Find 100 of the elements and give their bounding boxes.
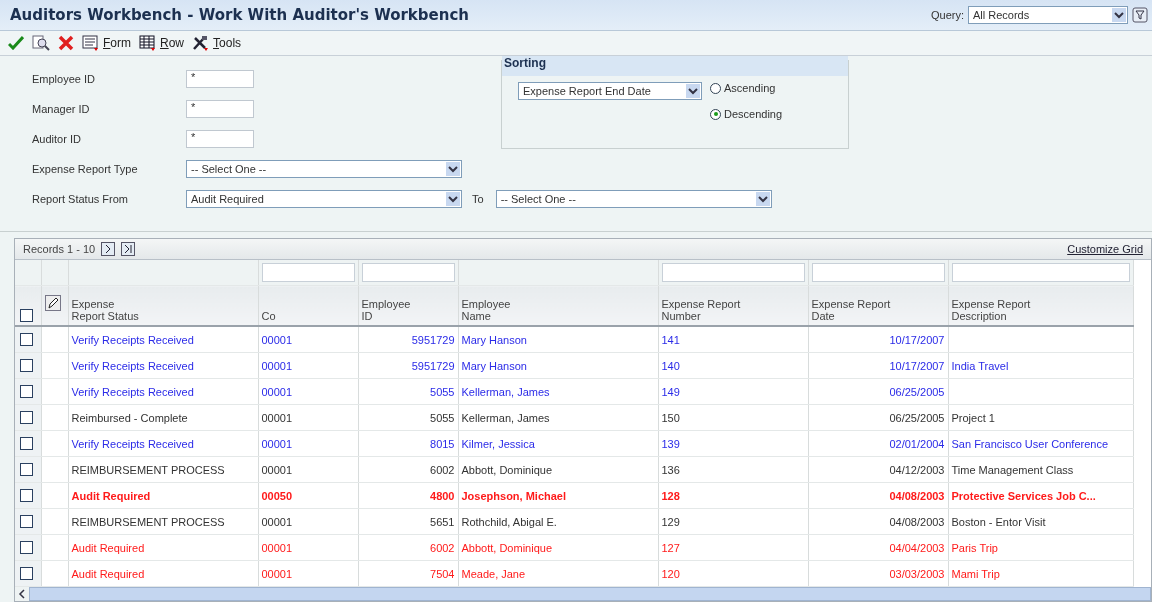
table-cell: 03/03/2003 xyxy=(889,567,945,580)
row-checkbox[interactable] xyxy=(20,515,33,529)
table-cell: 00001 xyxy=(261,541,293,554)
filter-icon[interactable] xyxy=(1132,7,1148,23)
table-cell: REIMBURSEMENT PROCESS xyxy=(71,463,225,476)
dropdown[interactable]: Audit Required xyxy=(186,190,462,208)
toolbar-menu-button[interactable]: Tools xyxy=(192,35,242,51)
table-cell: Kellerman, James xyxy=(461,385,550,398)
row-checkbox[interactable] xyxy=(20,541,33,555)
table-cell: 120 xyxy=(661,567,680,580)
row-checkbox[interactable] xyxy=(20,567,33,581)
table-cell: 6002 xyxy=(430,463,455,476)
row-checkbox[interactable] xyxy=(20,489,33,503)
field-label: Auditor ID xyxy=(32,133,82,145)
table-cell: Audit Required xyxy=(71,489,151,502)
radio-option[interactable]: Descending xyxy=(710,108,783,120)
search-icon[interactable] xyxy=(32,35,50,51)
column-filter-field[interactable] xyxy=(661,263,805,282)
toolbar-menu-button[interactable]: Row xyxy=(139,35,185,51)
radio-option[interactable]: Ascending xyxy=(710,82,783,94)
section-title: Sorting xyxy=(502,56,848,76)
table-cell: 5951729 xyxy=(411,359,455,372)
row-checkbox[interactable] xyxy=(20,411,33,425)
toolbar-menu-button[interactable]: Form xyxy=(82,35,131,51)
table-cell: Mary Hanson xyxy=(461,333,527,346)
row-checkbox[interactable] xyxy=(20,385,33,399)
table-cell: 04/12/2003 xyxy=(889,463,945,476)
pencil-icon[interactable] xyxy=(44,295,61,311)
chevron-down-icon xyxy=(755,192,770,206)
customize-grid-link[interactable]: Customize Grid xyxy=(1067,243,1143,255)
input-field[interactable]: * xyxy=(186,100,254,118)
table-cell: 10/17/2007 xyxy=(889,359,945,372)
table-cell: Kellerman, James xyxy=(461,411,550,424)
table-cell: India Travel xyxy=(951,359,1009,372)
table-cell: 5951729 xyxy=(411,333,455,346)
table-cell: 6002 xyxy=(430,541,455,554)
table-cell: San Francisco User Conference xyxy=(951,437,1108,450)
dropdown[interactable]: -- Select One -- xyxy=(495,190,772,208)
input-field[interactable]: * xyxy=(186,130,254,148)
table-cell: Verify Receipts Received xyxy=(71,333,194,346)
row-checkbox[interactable] xyxy=(20,437,33,451)
table-cell: 5055 xyxy=(430,411,455,424)
dropdown[interactable]: Expense Report End Date xyxy=(518,82,702,100)
table-cell: 139 xyxy=(661,437,680,450)
table-cell: 00050 xyxy=(261,489,293,502)
table-cell: 00001 xyxy=(261,463,293,476)
checkmark-icon[interactable] xyxy=(8,36,24,50)
table-cell: 149 xyxy=(661,385,680,398)
table-cell: 129 xyxy=(661,515,680,528)
column-filter-field[interactable] xyxy=(261,263,355,282)
table-cell: 02/01/2004 xyxy=(889,437,945,450)
last-page-icon[interactable] xyxy=(121,242,136,256)
table-cell: 141 xyxy=(661,333,680,346)
grid-icon xyxy=(139,35,157,51)
table-cell: 04/08/2003 xyxy=(889,489,945,502)
column-filter-field[interactable] xyxy=(811,263,945,282)
table-cell: Abbott, Dominique xyxy=(461,541,552,554)
table-cell: Audit Required xyxy=(71,567,145,580)
select-all-checkbox[interactable] xyxy=(20,309,33,322)
input-field[interactable]: * xyxy=(186,70,254,88)
table-cell: REIMBURSEMENT PROCESS xyxy=(71,515,225,528)
table-cell: Kilmer, Jessica xyxy=(461,437,535,450)
table-cell: Mary Hanson xyxy=(461,359,527,372)
field-label: Expense Report Type xyxy=(32,163,139,175)
horizontal-scrollbar[interactable] xyxy=(15,587,1151,601)
table-cell: 04/08/2003 xyxy=(889,515,945,528)
table-cell: Abbott, Dominique xyxy=(461,463,552,476)
column-filter-field[interactable] xyxy=(361,263,455,282)
table-cell: Rothchild, Abigal E. xyxy=(461,515,557,528)
table-cell: 5651 xyxy=(430,515,455,528)
dropdown[interactable]: -- Select One -- xyxy=(186,160,462,178)
table-cell: Paris Trip xyxy=(951,541,998,554)
field-label: Report Status From xyxy=(32,193,129,205)
table-cell: 127 xyxy=(661,541,680,554)
field-label: To xyxy=(472,193,484,205)
table-cell: 7504 xyxy=(430,567,455,580)
column-filter-field[interactable] xyxy=(951,263,1130,282)
table-cell: 136 xyxy=(661,463,680,476)
row-checkbox[interactable] xyxy=(20,463,33,477)
table-cell: Time Management Class xyxy=(951,463,1074,476)
table-cell: 00001 xyxy=(261,437,293,450)
table-cell: 06/25/2005 xyxy=(889,411,945,424)
row-checkbox[interactable] xyxy=(20,359,33,373)
table-cell: 4800 xyxy=(430,489,455,502)
field-label: Employee ID xyxy=(32,73,96,85)
next-page-icon[interactable] xyxy=(101,242,116,256)
table-cell: Mami Trip xyxy=(951,567,1000,580)
table-cell: Boston - Entor Visit xyxy=(951,515,1046,528)
row-checkbox[interactable] xyxy=(20,333,33,347)
table-cell: 150 xyxy=(661,411,680,424)
table-cell: 06/25/2005 xyxy=(889,385,945,398)
table-cell: Josephson, Michael xyxy=(461,489,567,502)
query-dropdown[interactable]: All Records xyxy=(968,6,1128,24)
table-cell: Reimbursed - Complete xyxy=(71,411,188,424)
table-cell: 04/04/2003 xyxy=(889,541,945,554)
close-icon[interactable] xyxy=(58,35,74,51)
table-cell: 00001 xyxy=(261,567,293,580)
table-cell: 8015 xyxy=(430,437,455,450)
table-cell: Verify Receipts Received xyxy=(71,437,194,450)
records-label: Records 1 - 10 xyxy=(23,243,96,255)
